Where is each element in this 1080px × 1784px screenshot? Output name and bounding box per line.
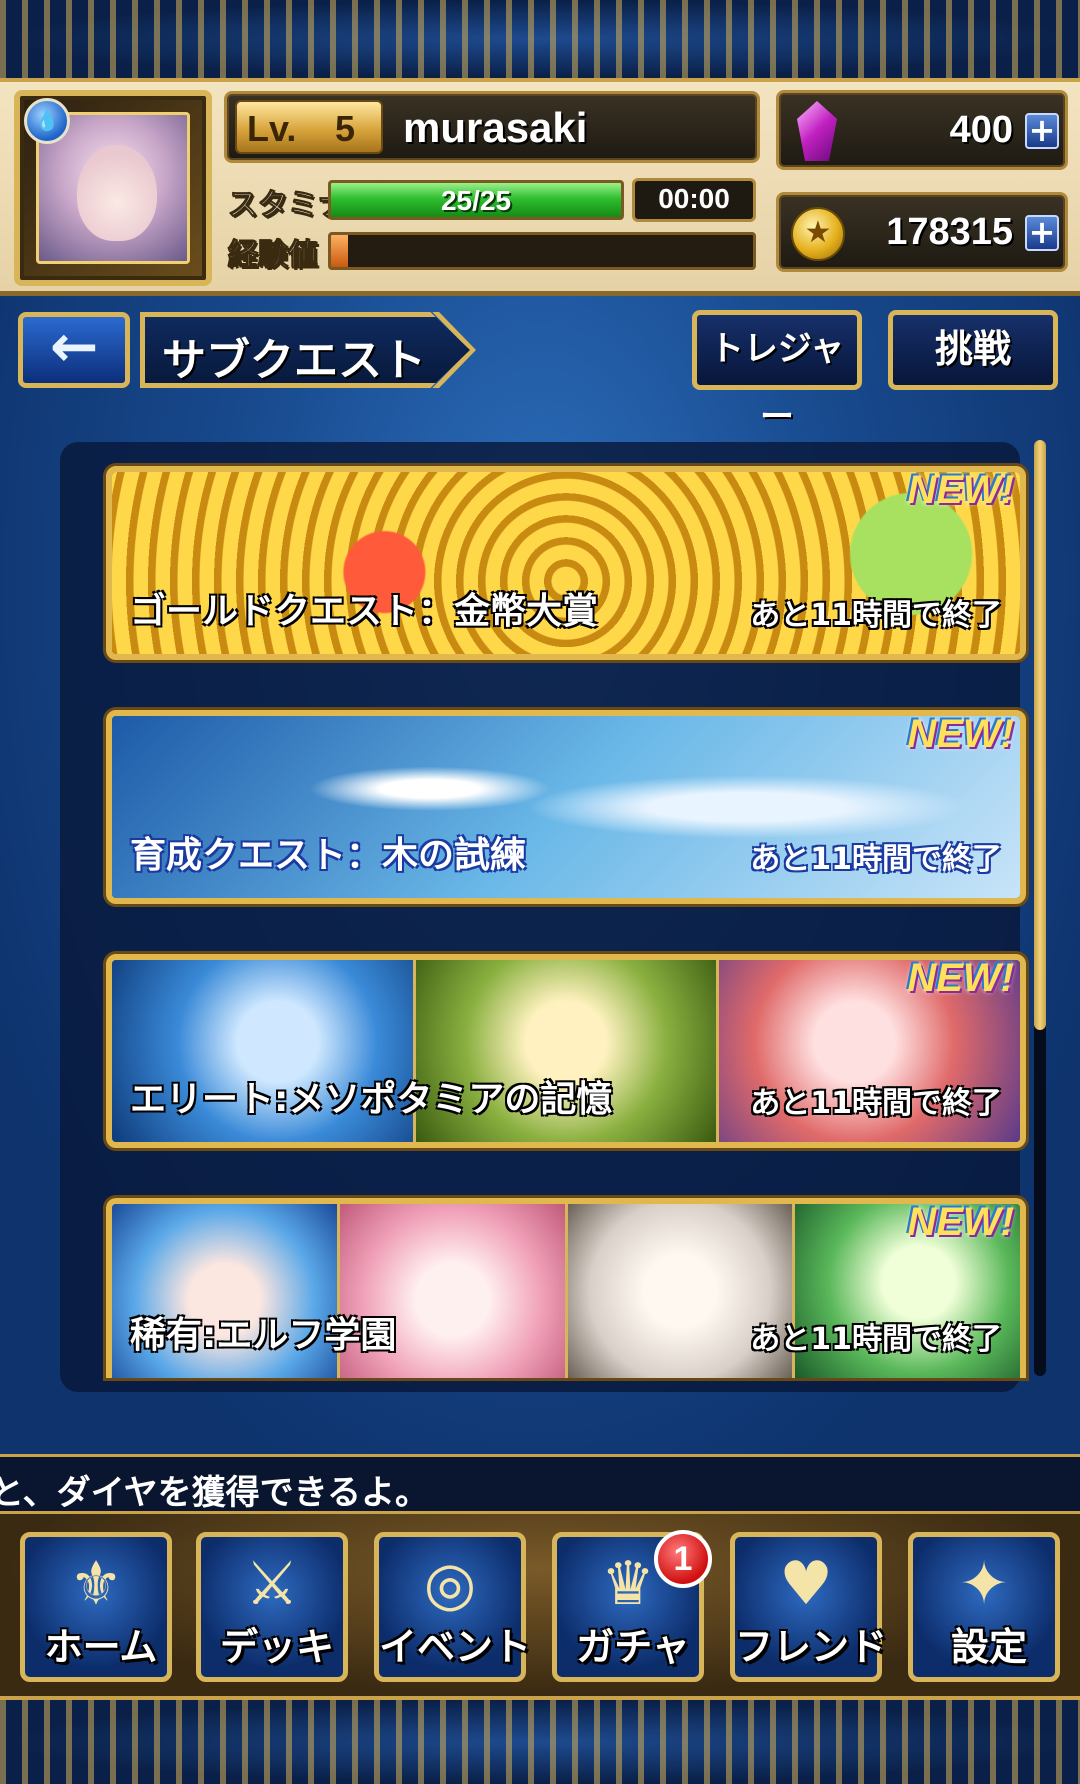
quest-time-remaining: あと11時間で終了 xyxy=(750,598,1002,633)
challenge-button[interactable]: 挑戦 xyxy=(888,310,1058,390)
player-name: murasaki xyxy=(403,104,588,151)
new-badge: NEW! xyxy=(907,712,1014,756)
exp-label: 経験値 xyxy=(228,238,319,274)
coin-counter: ★ 178315 + xyxy=(776,192,1068,272)
quest-card-elite[interactable]: エリート:メソポタミアの記憶 あと11時間で終了 NEW! xyxy=(106,954,1026,1148)
treasure-button[interactable]: トレジャー xyxy=(692,310,862,437)
nav-label: デッキ xyxy=(219,1625,334,1669)
level-value: 5 xyxy=(335,108,356,149)
settings-gem-icon: ✦ xyxy=(958,1549,1010,1619)
quest-time-remaining: あと11時間で終了 xyxy=(750,842,1002,877)
scrollbar-track[interactable] xyxy=(1034,440,1046,1376)
water-drop-icon: 💧 xyxy=(24,98,70,144)
back-arrow-icon: ← xyxy=(49,312,99,380)
add-diamonds-button[interactable]: + xyxy=(1025,113,1059,149)
quest-title: 育成クエスト：木の試練 xyxy=(130,835,527,876)
new-badge: NEW! xyxy=(907,956,1014,1000)
quest-card-growth[interactable]: 育成クエスト：木の試練 あと11時間で終了 NEW! xyxy=(106,710,1026,904)
new-badge: NEW! xyxy=(907,1200,1014,1244)
stamina-value: 25/25 xyxy=(440,185,512,216)
diamond-counter: 400 + xyxy=(776,90,1068,170)
quest-title: エリート:メソポタミアの記憶 xyxy=(130,1079,613,1120)
gacha-notification-badge: 1 xyxy=(654,1530,712,1588)
scrollbar-thumb[interactable] xyxy=(1034,440,1046,1030)
quest-title: 稀有:エルフ学園 xyxy=(130,1315,397,1356)
bottom-nav: ⚜ ホーム ⚔ デッキ ◎ イベント ♛ ガチャ ♥ フレンド ✦ 設定 xyxy=(0,1514,1080,1696)
bottom-ornate-border xyxy=(0,1696,1080,1784)
friend-wings-icon: ♥ xyxy=(779,1549,833,1619)
quest-time-remaining: あと11時間で終了 xyxy=(750,1322,1002,1357)
new-badge: NEW! xyxy=(907,468,1014,512)
nav-deck[interactable]: ⚔ デッキ xyxy=(196,1532,348,1682)
name-panel: Lv. 5 murasaki xyxy=(224,91,760,163)
coin-amount: 178315 xyxy=(886,211,1013,253)
ticker-text: と、ダイヤを獲得できるよ。 xyxy=(0,1473,429,1513)
nav-event[interactable]: ◎ イベント xyxy=(374,1532,531,1682)
page-title: サブクエスト xyxy=(162,335,426,386)
event-portal-icon: ◎ xyxy=(423,1549,477,1619)
avatar-portrait xyxy=(77,145,157,241)
news-ticker: と、ダイヤを獲得できるよ。 xyxy=(0,1454,1080,1514)
stamina-bar: 25/25 xyxy=(328,180,624,220)
diamond-amount: 400 xyxy=(949,109,1013,151)
coin-icon: ★ xyxy=(791,207,845,261)
home-crest-icon: ⚜ xyxy=(69,1549,123,1619)
level-badge: Lv. 5 xyxy=(235,100,383,154)
nav-label: ガチャ xyxy=(576,1625,690,1669)
exp-bar xyxy=(328,232,756,270)
quest-time-remaining: あと11時間で終了 xyxy=(750,1086,1002,1121)
nav-settings[interactable]: ✦ 設定 xyxy=(908,1532,1060,1682)
nav-label: イベント xyxy=(378,1625,531,1669)
nav-label: フレンド xyxy=(734,1625,887,1669)
player-header: 💧 Lv. 5 murasaki スタミナ 25/25 00:00 経験値 40… xyxy=(0,82,1080,296)
main-content: ← サブクエスト トレジャー 挑戦 ゴールドクエスト：金幣大賞 あと11時間で終… xyxy=(0,296,1080,1454)
deck-sword-icon: ⚔ xyxy=(245,1549,299,1619)
level-label: Lv. xyxy=(247,108,297,149)
quest-title: ゴールドクエスト：金幣大賞 xyxy=(130,591,599,632)
top-ornate-border xyxy=(0,0,1080,82)
quest-card-gold[interactable]: ゴールドクエスト：金幣大賞 あと11時間で終了 NEW! xyxy=(106,466,1026,660)
nav-label: 設定 xyxy=(950,1625,1027,1669)
nav-label: ホーム xyxy=(44,1625,158,1669)
diamond-icon xyxy=(797,101,837,161)
avatar-frame[interactable]: 💧 xyxy=(14,90,212,286)
nav-home[interactable]: ⚜ ホーム xyxy=(20,1532,172,1682)
nav-friend[interactable]: ♥ フレンド xyxy=(730,1532,887,1682)
quest-card-rare[interactable]: 稀有:エルフ学園 あと11時間で終了 NEW! xyxy=(106,1198,1026,1378)
stamina-timer: 00:00 xyxy=(632,178,756,222)
exp-bar-fill xyxy=(331,235,348,267)
back-button[interactable]: ← xyxy=(18,312,130,388)
add-coins-button[interactable]: + xyxy=(1025,215,1059,251)
